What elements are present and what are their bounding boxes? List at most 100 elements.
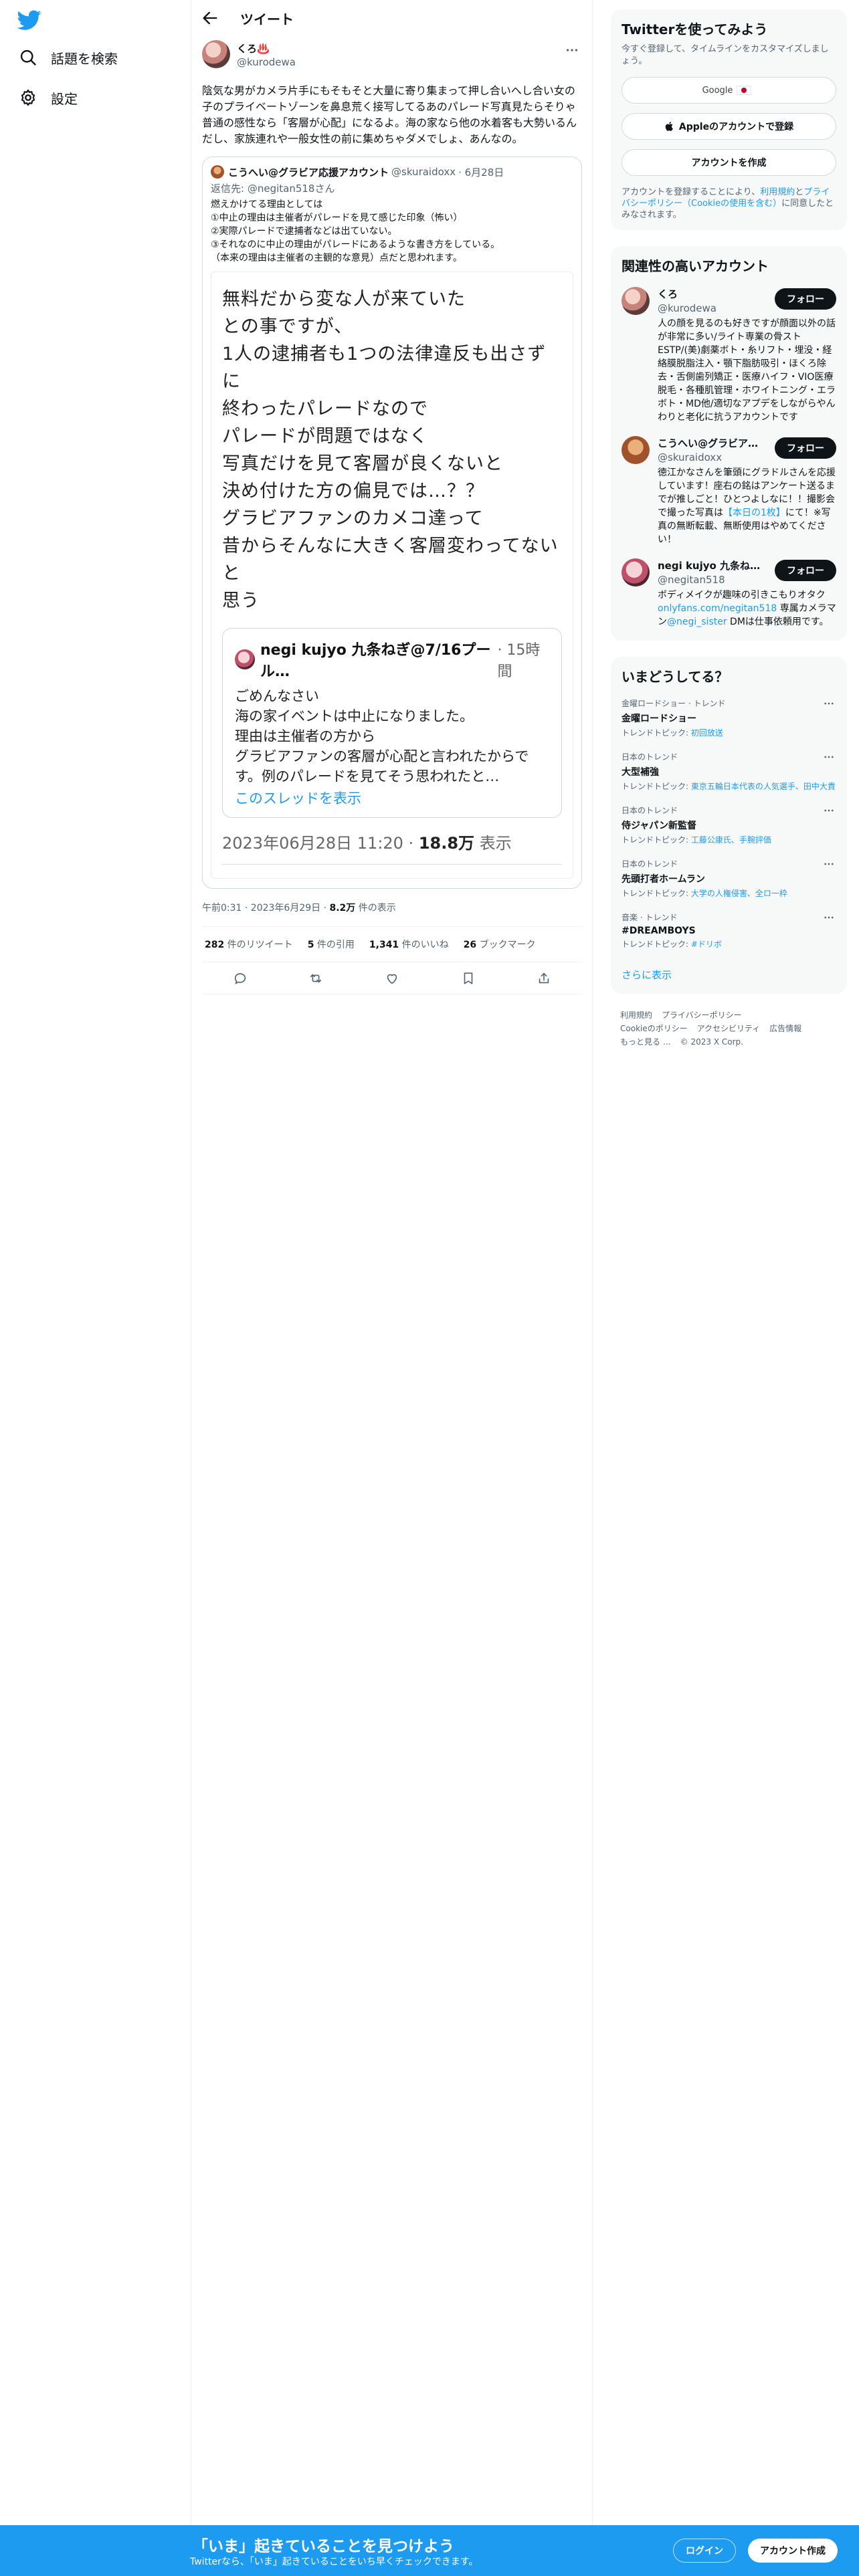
stat-retweets[interactable]: 282 件のリツイート bbox=[205, 938, 293, 951]
retweet-icon[interactable] bbox=[308, 971, 323, 986]
related-bio-text: ボディメイクが趣味の引きこもりオタク bbox=[658, 590, 826, 601]
stat-retweets-label: 件のリツイート bbox=[224, 940, 293, 950]
trend-topic-link[interactable]: 初回放送 bbox=[691, 728, 723, 738]
avatar bbox=[622, 558, 650, 586]
trend-topic-label: トレンドトピック: bbox=[622, 940, 691, 949]
footer-links: 利用規約 プライバシーポリシー Cookieのポリシー アクセシビリティ 広告情… bbox=[611, 1008, 847, 1049]
stat-likes[interactable]: 1,341 件のいいね bbox=[369, 938, 449, 951]
related-account-skuraidoxx[interactable]: フォロー こうへい@グラビア… @skuraidoxx 徳江かなさんを筆頭にグラ… bbox=[622, 436, 836, 546]
trend-item[interactable]: 音楽 · トレンド #DREAMBOYS トレンドトピック: #ドリボ bbox=[622, 911, 836, 950]
trend-item[interactable]: 日本のトレンド 侍ジャパン新監督 トレンドトピック: 工藤公康氏、手腕評価 bbox=[622, 804, 836, 846]
follow-button[interactable]: フォロー bbox=[775, 288, 836, 310]
footer-cookie-link[interactable]: Cookieのポリシー bbox=[620, 1024, 688, 1033]
trend-context: 金曜ロードショー · トレンド bbox=[622, 699, 726, 708]
trends-card: いまどうしてる？ 金曜ロードショー · トレンド 金曜ロードショー トレンドトピ… bbox=[611, 657, 847, 994]
related-bio: 徳江かなさんを筆頭にグラドルさんを応援しています！座右の銘はアンケート送るまでが… bbox=[658, 466, 836, 546]
more-icon[interactable] bbox=[823, 911, 835, 924]
footer-more-link[interactable]: もっと見る … bbox=[620, 1037, 671, 1047]
more-icon[interactable] bbox=[823, 751, 835, 763]
stat-quotes[interactable]: 5 件の引用 bbox=[308, 938, 355, 951]
trend-topic-label: トレンドトピック: bbox=[622, 889, 691, 898]
create-account-button[interactable]: アカウントを作成 bbox=[622, 149, 836, 176]
apple-signup-button[interactable]: Appleのアカウントで登録 bbox=[622, 113, 836, 140]
bio-mention-link[interactable]: @negi_sister bbox=[667, 617, 727, 627]
trend-context: 日本のトレンド bbox=[622, 859, 678, 869]
footer-accessibility-link[interactable]: アクセシビリティ bbox=[697, 1024, 761, 1033]
search-icon bbox=[20, 49, 36, 66]
trend-topic-link[interactable]: #ドリボ bbox=[691, 940, 722, 949]
stat-bookmarks-num: 26 bbox=[463, 940, 477, 950]
reply-mention[interactable]: @negitan518さん bbox=[248, 183, 335, 195]
trend-context: 日本のトレンド bbox=[622, 752, 678, 762]
quote-author-name: こうへい@グラビア応援アカウント bbox=[228, 166, 389, 179]
terms-link[interactable]: 利用規約 bbox=[760, 187, 795, 197]
related-account-negitan518[interactable]: フォロー negi kujyo 九条ねぎ… @negitan518 ボディメイク… bbox=[622, 558, 836, 629]
tweet-views: 8.2万 bbox=[329, 903, 356, 914]
like-icon[interactable] bbox=[385, 971, 399, 986]
stat-bookmarks[interactable]: 26 ブックマーク bbox=[464, 938, 536, 951]
nav-settings-label: 設定 bbox=[51, 90, 78, 107]
related-bio: ボディメイクが趣味の引きこもりオタク onlyfans.com/negitan51… bbox=[658, 588, 836, 629]
related-bio-post: DMは仕事依頼用です。 bbox=[727, 617, 829, 627]
trend-item[interactable]: 日本のトレンド 先頭打者ホームラン トレンドトピック: 大学の人権侵害、全ロ一枠 bbox=[622, 858, 836, 899]
image-text: 無料だから変な人が来ていた との事ですが、 1人の逮捕者も1つの法律違反も出さず… bbox=[222, 289, 559, 611]
stat-likes-label: 件のいいね bbox=[399, 940, 449, 950]
cookie-link[interactable]: （Cookieの使用を含む） bbox=[682, 199, 781, 209]
trend-context: 音楽 · トレンド bbox=[622, 913, 678, 922]
footer-ads-link[interactable]: 広告情報 bbox=[769, 1024, 801, 1033]
google-signin-button[interactable]: Google bbox=[622, 77, 836, 104]
more-icon[interactable] bbox=[823, 858, 835, 870]
signup-button[interactable]: アカウント作成 bbox=[748, 2539, 838, 2563]
login-button[interactable]: ログイン bbox=[673, 2539, 736, 2563]
author-handle[interactable]: @kurodewa bbox=[237, 56, 296, 68]
quoted-tweet[interactable]: こうへい@グラビア応援アカウント @skuraidoxx · 6月28日 返信先… bbox=[202, 156, 582, 889]
inner-quote-avatar bbox=[235, 649, 255, 669]
page-title: ツイート bbox=[240, 11, 294, 27]
image-meta-date: 2023年06月28日 11:20 · bbox=[222, 834, 419, 853]
trend-topic-label: トレンドトピック: bbox=[622, 728, 691, 738]
related-bio: 人の顔を見るのも好きですが顔面以外の話が非常に多い/ライト専業の骨ストESTP/… bbox=[658, 318, 836, 423]
image-meta-suffix: 表示 bbox=[474, 834, 512, 853]
image-divider bbox=[222, 864, 562, 865]
bookmark-icon[interactable] bbox=[461, 971, 476, 986]
nav-explore[interactable]: 話題を検索 bbox=[19, 40, 118, 75]
related-account-kurodewa[interactable]: フォロー くろ @kurodewa 人の顔を見るのも好きですが顔面以外の話が非常… bbox=[622, 287, 836, 424]
quote-image[interactable]: 無料だから変な人が来ていた との事ですが、 1人の逮捕者も1つの法律違反も出さず… bbox=[211, 272, 573, 879]
back-arrow-icon[interactable] bbox=[201, 9, 219, 27]
google-signin-label: Google bbox=[702, 85, 733, 96]
trend-topic-link[interactable]: 東京五輪日本代表の人気選手、田中大貴 bbox=[691, 782, 836, 791]
trend-topic: トレンドトピック: 大学の人権侵害、全ロ一枠 bbox=[622, 888, 836, 899]
image-meta-views: 18.8万 bbox=[418, 834, 475, 853]
stat-quotes-num: 5 bbox=[307, 940, 314, 950]
trend-topic: トレンドトピック: 東京五輪日本代表の人気選手、田中大貴 bbox=[622, 781, 836, 792]
quote-avatar bbox=[211, 165, 224, 179]
nav-settings[interactable]: 設定 bbox=[19, 80, 78, 115]
stat-quotes-label: 件の引用 bbox=[314, 940, 355, 950]
twitter-bird-icon[interactable] bbox=[17, 8, 41, 32]
follow-button[interactable]: フォロー bbox=[775, 560, 836, 581]
author-name[interactable]: くろ♨️ bbox=[237, 41, 270, 56]
reply-icon[interactable] bbox=[233, 971, 248, 986]
right-sidebar: Twitterを使ってみよう 今すぐ登録して、タイムラインをカスタマイズしましょ… bbox=[611, 0, 847, 1049]
footer-copyright: © 2023 X Corp. bbox=[680, 1037, 743, 1047]
trend-topic-link[interactable]: 工藤公康氏、手腕評価 bbox=[691, 835, 771, 845]
follow-button[interactable]: フォロー bbox=[775, 437, 836, 459]
more-icon[interactable] bbox=[823, 697, 835, 710]
tweet-timestamp[interactable]: 午前0:31 · 2023年6月29日 · bbox=[202, 903, 330, 914]
trend-topic-link[interactable]: 大学の人権侵害、全ロ一枠 bbox=[691, 889, 787, 898]
reply-prefix: 返信先: bbox=[211, 183, 245, 195]
footer-privacy-link[interactable]: プライバシーポリシー bbox=[662, 1010, 742, 1020]
bio-link[interactable]: onlyfans.com/negitan518 bbox=[658, 603, 777, 614]
trend-item[interactable]: 金曜ロードショー · トレンド 金曜ロードショー トレンドトピック: 初回放送 bbox=[622, 697, 836, 739]
bio-link[interactable]: 【本日の1枚】 bbox=[723, 508, 785, 518]
related-name: negi kujyo 九条ねぎ… bbox=[658, 560, 768, 572]
trends-show-more-link[interactable]: さらに表示 bbox=[622, 968, 836, 982]
more-icon[interactable] bbox=[565, 43, 579, 58]
trend-context: 日本のトレンド bbox=[622, 806, 678, 815]
trend-item[interactable]: 日本のトレンド 大型補強 トレンドトピック: 東京五輪日本代表の人気選手、田中大… bbox=[622, 751, 836, 792]
footer-terms-link[interactable]: 利用規約 bbox=[620, 1010, 652, 1020]
tweet: くろ♨️ @kurodewa 陰気な男がカメラ片手にもそもそと大量に寄り集まって… bbox=[202, 40, 582, 994]
avatar[interactable] bbox=[202, 40, 230, 68]
share-icon[interactable] bbox=[537, 971, 551, 986]
more-icon[interactable] bbox=[823, 804, 835, 817]
